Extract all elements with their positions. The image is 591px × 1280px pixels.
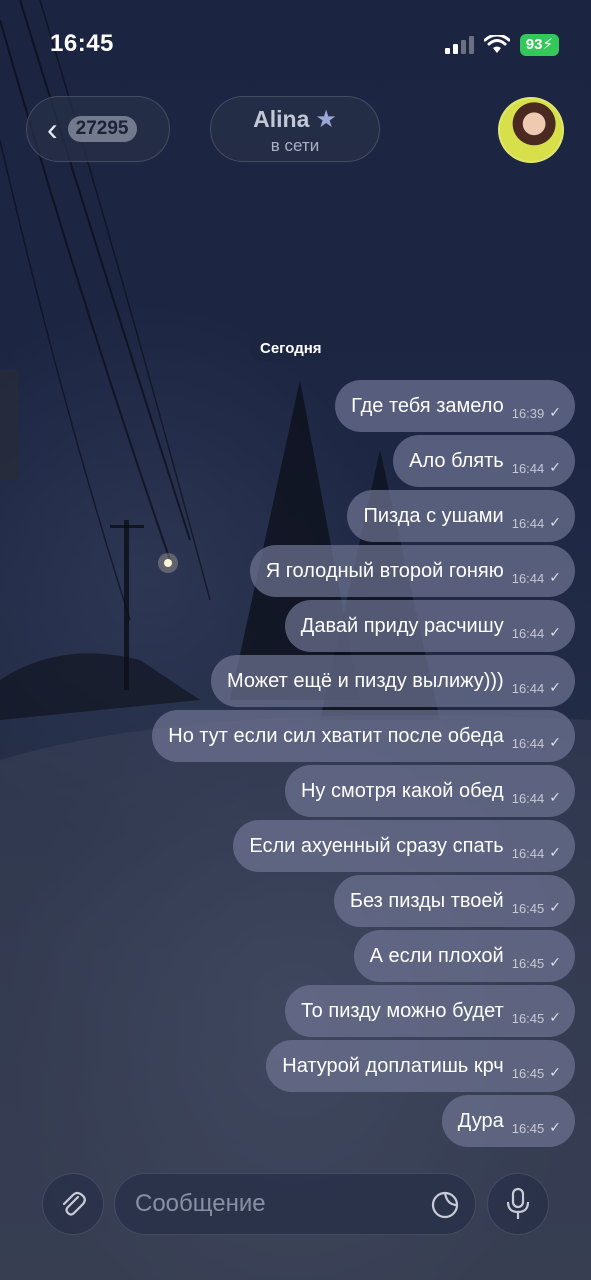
check-icon: ✓: [549, 898, 561, 915]
message-bubble[interactable]: Дура 16:45 ✓: [441, 1095, 575, 1147]
message-bubble[interactable]: Если ахуенный сразу спать 16:44 ✓: [233, 820, 575, 872]
message-text: Давай приду расчишу: [300, 614, 504, 637]
message-meta: 16:44 ✓: [512, 557, 561, 586]
message-meta: 16:44 ✓: [512, 447, 561, 476]
message-meta: 16:39 ✓: [512, 392, 561, 421]
message-bubble[interactable]: Но тут если сил хватит после обеда 16:44 ✓: [152, 710, 575, 762]
message-time: 16:39: [511, 405, 545, 421]
message-bubble[interactable]: Где тебя замело 16:39 ✓: [335, 380, 575, 432]
message-text: Где тебя замело: [351, 394, 504, 417]
check-icon: ✓: [549, 843, 561, 860]
avatar[interactable]: [498, 97, 564, 163]
message-text: Я голодный второй гоняю: [265, 559, 504, 582]
check-icon: ✓: [549, 1063, 561, 1080]
message-text: Если ахуенный сразу спать: [249, 834, 504, 857]
message-meta: 16:45 ✓: [512, 997, 561, 1026]
voice-message-button[interactable]: [487, 1173, 549, 1235]
message-meta: 16:44 ✓: [512, 722, 561, 751]
check-icon: ✓: [549, 1118, 561, 1135]
message-meta: 16:44 ✓: [512, 832, 561, 861]
message-text: Ну смотря какой обед: [300, 779, 504, 802]
message-bubble[interactable]: Давай приду расчишу 16:44 ✓: [284, 600, 575, 652]
battery-indicator: 93⚡: [519, 34, 559, 56]
message-text: То пизду можно будет: [301, 999, 504, 1022]
message-meta: 16:45 ✓: [512, 887, 561, 916]
paperclip-icon: [62, 1191, 86, 1216]
unread-count-badge: 27295: [67, 116, 137, 142]
check-icon: ✓: [549, 568, 561, 585]
message-text: Дура: [457, 1109, 504, 1132]
message-meta: 16:45 ✓: [512, 942, 561, 971]
message-time: 16:44: [511, 570, 545, 586]
message-meta: 16:44 ✓: [512, 667, 561, 696]
signal-icon: [444, 36, 474, 54]
charging-icon: ⚡: [542, 36, 553, 53]
chat-status: в сети: [270, 136, 320, 155]
chat-name: Alina: [253, 106, 310, 132]
microphone-icon: [506, 1187, 530, 1219]
message-list: Где тебя замело 16:39 ✓ Ало блять 16:44 ✓ Пизд…: [55, 380, 575, 1147]
chevron-left-icon: ‹: [47, 111, 58, 147]
check-icon: ✓: [549, 953, 561, 970]
message-input[interactable]: [133, 1189, 417, 1219]
message-bubble[interactable]: Натурой доплатишь крч 16:45 ✓: [266, 1040, 575, 1092]
check-icon: ✓: [549, 678, 561, 695]
message-time: 16:45: [511, 1010, 545, 1026]
message-bubble[interactable]: Ну смотря какой обед 16:44 ✓: [284, 765, 575, 817]
wifi-icon: [483, 35, 510, 53]
date-separator: Сегодня: [250, 336, 332, 361]
message-bubble[interactable]: А если плохой 16:45 ✓: [353, 930, 575, 982]
message-text: Натурой доплатишь крч: [282, 1054, 504, 1077]
battery-level: 93: [525, 36, 543, 53]
message-time: 16:44: [511, 790, 545, 806]
check-icon: ✓: [549, 623, 561, 640]
star-icon: ★: [315, 106, 337, 133]
message-time: 16:45: [511, 955, 545, 971]
message-time: 16:44: [511, 845, 545, 861]
message-time: 16:44: [511, 460, 545, 476]
message-bubble[interactable]: Без пизды твоей 16:45 ✓: [333, 875, 575, 927]
message-time: 16:44: [511, 680, 545, 696]
message-bubble[interactable]: Я голодный второй гоняю 16:44 ✓: [249, 545, 575, 597]
message-bubble[interactable]: То пизду можно будет 16:45 ✓: [285, 985, 575, 1037]
attach-button[interactable]: [42, 1173, 104, 1235]
check-icon: ✓: [549, 458, 561, 475]
message-text: Но тут если сил хватит после обеда: [168, 724, 504, 747]
message-text: Может ещё и пизду вылижу))): [227, 669, 504, 692]
back-button[interactable]: ‹ 27295: [26, 96, 170, 162]
check-icon: ✓: [549, 733, 561, 750]
message-text: Пизда с ушами: [363, 504, 504, 527]
message-meta: 16:44 ✓: [512, 502, 561, 531]
message-meta: 16:44 ✓: [512, 612, 561, 641]
message-time: 16:44: [511, 625, 545, 641]
check-icon: ✓: [549, 403, 561, 420]
message-text: Без пизды твоей: [349, 889, 504, 912]
message-bubble[interactable]: Пизда с ушами 16:44 ✓: [347, 490, 575, 542]
sticker-icon[interactable]: [429, 1189, 461, 1221]
chat-title[interactable]: Alina ★ в сети: [210, 96, 380, 162]
message-meta: 16:45 ✓: [512, 1107, 561, 1136]
check-icon: ✓: [549, 788, 561, 805]
message-time: 16:45: [511, 900, 545, 916]
status-icons: 93⚡: [444, 34, 559, 56]
message-bubble[interactable]: Ало блять 16:44 ✓: [393, 435, 575, 487]
check-icon: ✓: [549, 1008, 561, 1025]
message-time: 16:44: [511, 735, 545, 751]
message-meta: 16:45 ✓: [512, 1052, 561, 1081]
check-icon: ✓: [549, 513, 561, 530]
status-time: 16:45: [50, 30, 114, 57]
message-time: 16:45: [511, 1065, 545, 1081]
message-text: Ало блять: [409, 449, 504, 472]
message-text: А если плохой: [369, 944, 504, 967]
message-input-field[interactable]: [114, 1173, 476, 1235]
message-meta: 16:44 ✓: [512, 777, 561, 806]
message-time: 16:44: [511, 515, 545, 531]
message-time: 16:45: [511, 1120, 545, 1136]
message-bubble[interactable]: Может ещё и пизду вылижу))) 16:44 ✓: [211, 655, 575, 707]
